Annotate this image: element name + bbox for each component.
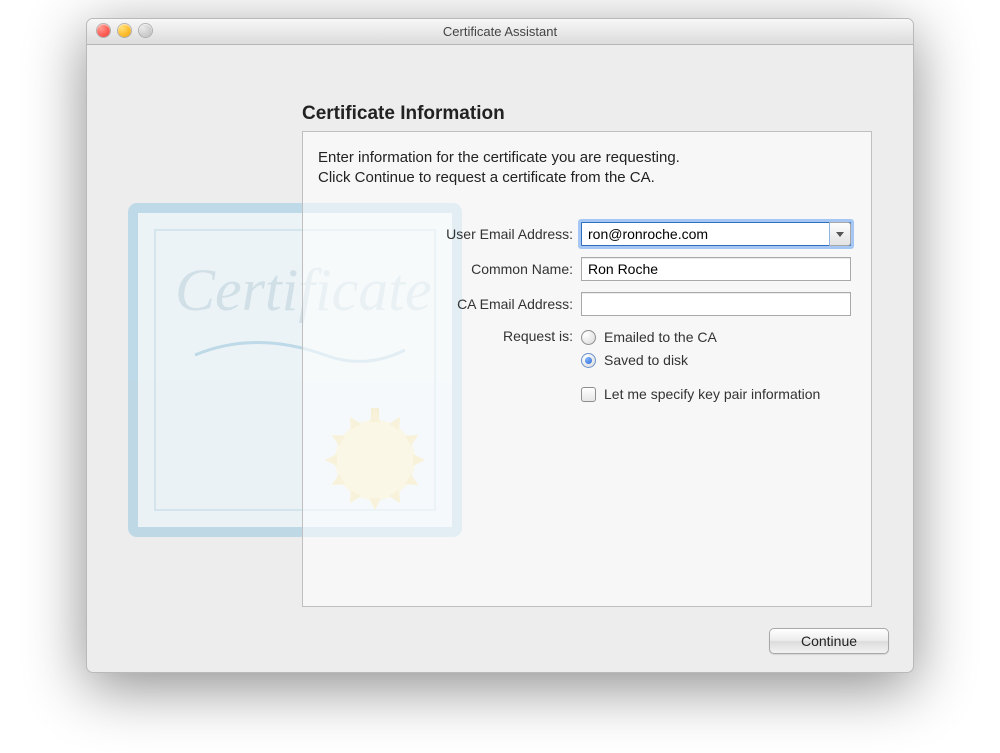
user-email-field[interactable] xyxy=(581,222,851,246)
user-email-combo[interactable] xyxy=(581,222,851,246)
checkbox-label: Let me specify key pair information xyxy=(604,386,820,402)
continue-button[interactable]: Continue xyxy=(769,628,889,654)
radio-icon xyxy=(581,330,596,345)
request-emailed-radio[interactable]: Emailed to the CA xyxy=(581,329,851,345)
titlebar: Certificate Assistant xyxy=(87,19,913,45)
window-title: Certificate Assistant xyxy=(443,24,557,39)
ca-email-label: CA Email Address: xyxy=(303,296,581,312)
close-icon[interactable] xyxy=(97,24,110,37)
window: Certificate Assistant Certificate xyxy=(86,18,914,673)
checkbox-icon xyxy=(581,387,596,402)
radio-icon xyxy=(581,353,596,368)
radio-label: Emailed to the CA xyxy=(604,329,717,345)
zoom-icon[interactable] xyxy=(139,24,152,37)
request-is-label: Request is: xyxy=(303,327,581,344)
instructions: Enter information for the certificate yo… xyxy=(318,148,680,189)
chevron-down-icon xyxy=(836,232,844,237)
page-heading: Certificate Information xyxy=(302,103,505,125)
form-panel: Enter information for the certificate yo… xyxy=(302,131,872,607)
user-email-dropdown-button[interactable] xyxy=(829,222,851,246)
common-name-label: Common Name: xyxy=(303,261,581,277)
ca-email-field[interactable] xyxy=(581,292,851,316)
instructions-line: Click Continue to request a certificate … xyxy=(318,168,680,188)
specify-keypair-checkbox[interactable]: Let me specify key pair information xyxy=(581,386,871,402)
instructions-line: Enter information for the certificate yo… xyxy=(318,148,680,168)
request-saved-radio[interactable]: Saved to disk xyxy=(581,352,851,368)
traffic-lights xyxy=(97,24,152,37)
minimize-icon[interactable] xyxy=(118,24,131,37)
user-email-label: User Email Address: xyxy=(303,226,581,242)
radio-label: Saved to disk xyxy=(604,352,688,368)
common-name-field[interactable] xyxy=(581,257,851,281)
